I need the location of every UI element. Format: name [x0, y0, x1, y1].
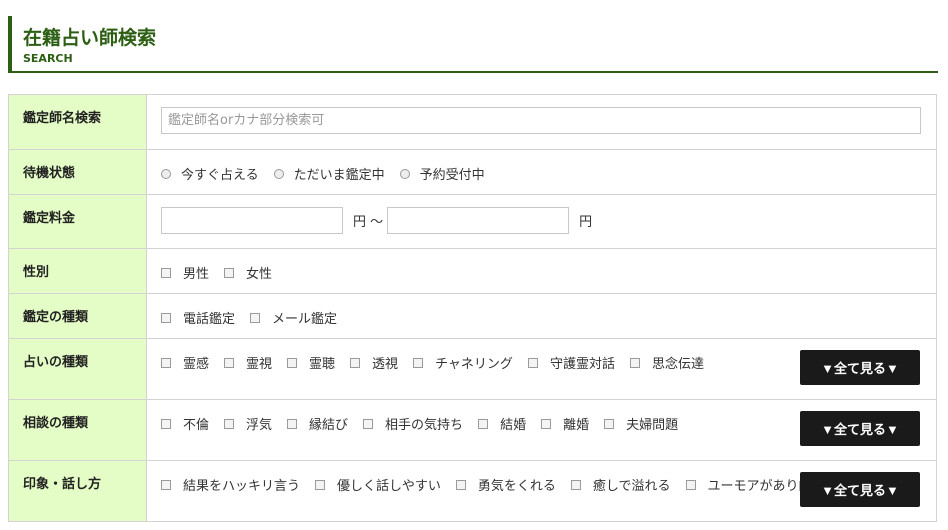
impression-option[interactable]: 癒しで溢れる	[570, 475, 671, 494]
gender-option-female[interactable]: 女性	[224, 263, 272, 282]
fortune-option[interactable]: 思念伝達	[629, 353, 704, 372]
page-subtitle: SEARCH	[23, 52, 73, 65]
checkbox[interactable]	[685, 479, 696, 490]
fortune-option[interactable]: 透視	[350, 353, 398, 372]
checkbox[interactable]	[224, 267, 235, 278]
radio-button[interactable]	[399, 168, 410, 179]
consult-option[interactable]: 結婚	[478, 414, 526, 433]
gender-option-male[interactable]: 男性	[161, 263, 209, 282]
method-option-mail[interactable]: メール鑑定	[250, 308, 337, 327]
fortune-option[interactable]: 霊感	[161, 353, 209, 372]
label-status: 待機状態	[8, 149, 147, 195]
row-name: 鑑定師名検索	[8, 94, 937, 150]
checkbox[interactable]	[161, 312, 171, 323]
checkbox[interactable]	[527, 357, 538, 368]
checkbox[interactable]	[541, 418, 552, 429]
row-fortune: 占いの種類 霊感 霊視 霊聴 透視 チャネリング 守護霊対話 思念伝達 ▼全て見…	[8, 338, 937, 400]
checkbox[interactable]	[629, 357, 640, 368]
checkbox[interactable]	[413, 357, 424, 368]
fortune-option[interactable]: 守護霊対話	[527, 353, 615, 372]
fee-unit-range: 円 ～	[353, 215, 384, 230]
search-form: 鑑定師名検索 待機状態 今すぐ占える ただいま鑑定中 予約受付中 鑑定料金 円 …	[8, 94, 937, 522]
checkbox[interactable]	[250, 312, 261, 323]
status-option-reserve[interactable]: 予約受付中	[399, 164, 485, 183]
label-method: 鑑定の種類	[8, 293, 147, 339]
label-consult: 相談の種類	[8, 399, 147, 461]
page-title: 在籍占い師検索	[23, 27, 157, 49]
checkbox[interactable]	[161, 479, 171, 490]
impression-option[interactable]: 優しく話しやすい	[315, 475, 441, 494]
checkbox[interactable]	[161, 357, 171, 368]
fee-max-input[interactable]	[387, 207, 570, 234]
consult-option[interactable]: 相手の気持ち	[363, 414, 463, 433]
fortune-show-all-button[interactable]: ▼全て見る▼	[800, 350, 920, 385]
fee-min-input[interactable]	[161, 207, 343, 234]
row-method: 鑑定の種類 電話鑑定 メール鑑定	[8, 293, 937, 339]
consult-option[interactable]: 縁結び	[287, 414, 348, 433]
consult-option[interactable]: 離婚	[541, 414, 589, 433]
radio-button[interactable]	[161, 168, 171, 179]
consult-option[interactable]: 不倫	[161, 414, 209, 433]
checkbox[interactable]	[363, 418, 374, 429]
checkbox[interactable]	[570, 479, 581, 490]
checkbox[interactable]	[287, 418, 298, 429]
status-option-now[interactable]: 今すぐ占える	[161, 164, 259, 183]
label-fortune: 占いの種類	[8, 338, 147, 400]
label-gender: 性別	[8, 248, 147, 294]
consult-show-all-button[interactable]: ▼全て見る▼	[800, 411, 920, 446]
label-impression: 印象・話し方	[8, 460, 147, 522]
row-impression: 印象・話し方 結果をハッキリ言う 優しく話しやすい 勇気をくれる 癒しで溢れる …	[8, 460, 937, 522]
row-consult: 相談の種類 不倫 浮気 縁結び 相手の気持ち 結婚 離婚 夫婦問題 ▼全て見る▼	[8, 399, 937, 461]
row-fee: 鑑定料金 円 ～ 円	[8, 194, 937, 249]
checkbox[interactable]	[161, 267, 171, 278]
checkbox[interactable]	[604, 418, 615, 429]
row-gender: 性別 男性 女性	[8, 248, 937, 294]
checkbox[interactable]	[315, 479, 326, 490]
checkbox[interactable]	[161, 418, 171, 429]
fortune-option[interactable]: 霊聴	[287, 353, 335, 372]
fee-unit: 円	[579, 215, 593, 230]
checkbox[interactable]	[350, 357, 361, 368]
consult-option[interactable]: 夫婦問題	[604, 414, 678, 433]
radio-button[interactable]	[273, 168, 284, 179]
checkbox[interactable]	[224, 357, 235, 368]
method-option-phone[interactable]: 電話鑑定	[161, 308, 235, 327]
name-search-input[interactable]	[161, 107, 921, 134]
impression-option[interactable]: 勇気をくれる	[455, 475, 556, 494]
row-status: 待機状態 今すぐ占える ただいま鑑定中 予約受付中	[8, 149, 937, 195]
label-name: 鑑定師名検索	[8, 94, 147, 150]
label-fee: 鑑定料金	[8, 194, 147, 249]
checkbox[interactable]	[287, 357, 298, 368]
impression-show-all-button[interactable]: ▼全て見る▼	[800, 472, 920, 507]
checkbox[interactable]	[455, 479, 466, 490]
checkbox[interactable]	[478, 418, 489, 429]
fortune-option[interactable]: チャネリング	[413, 353, 513, 372]
consult-option[interactable]: 浮気	[224, 414, 272, 433]
status-option-busy[interactable]: ただいま鑑定中	[273, 164, 385, 183]
fortune-option[interactable]: 霊視	[224, 353, 272, 372]
impression-option[interactable]: 結果をハッキリ言う	[161, 475, 300, 494]
section-heading: 在籍占い師検索 SEARCH	[8, 16, 938, 73]
checkbox[interactable]	[224, 418, 235, 429]
